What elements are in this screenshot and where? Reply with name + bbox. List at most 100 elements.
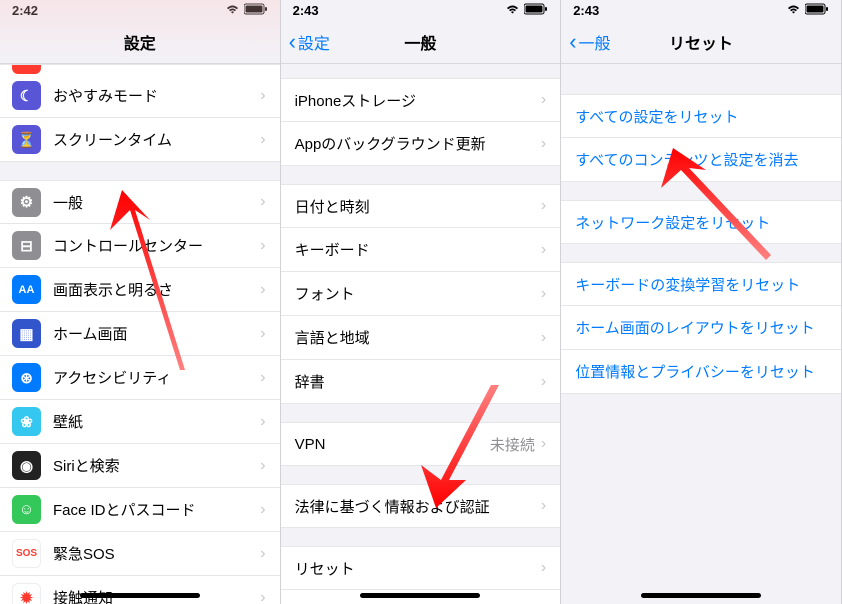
battery-icon	[805, 3, 829, 18]
row-label: すべてのコンテンツと設定を消去	[575, 149, 798, 170]
row-date-time[interactable]: 日付と時刻›	[281, 184, 561, 228]
status-icons	[505, 3, 548, 18]
battery-icon	[244, 3, 268, 18]
row-label: キーボード	[295, 239, 541, 260]
home-indicator[interactable]	[80, 593, 200, 598]
row-reset[interactable]: リセット›	[281, 546, 561, 590]
settings-row-exposure[interactable]: ✹ 接触通知 ›	[0, 576, 280, 604]
chevron-right-icon: ›	[260, 237, 265, 255]
row-vpn[interactable]: VPN 未接続 ›	[281, 422, 561, 466]
chevron-right-icon: ›	[541, 559, 546, 577]
battery-icon	[524, 3, 548, 18]
status-icons	[786, 3, 829, 18]
row-value: 未接続	[490, 434, 535, 455]
chevron-right-icon: ›	[260, 457, 265, 475]
row-label: すべての設定をリセット	[575, 106, 738, 127]
siri-icon: ◉	[12, 451, 41, 480]
row-label: リセット	[295, 558, 541, 579]
chevron-right-icon: ›	[541, 135, 546, 153]
chevron-right-icon: ›	[541, 435, 546, 453]
faceid-icon: ☺	[12, 495, 41, 524]
chevron-right-icon: ›	[541, 373, 546, 391]
settings-row-dnd[interactable]: ☾ おやすみモード ›	[0, 74, 280, 118]
chevron-right-icon: ›	[541, 497, 546, 515]
back-button[interactable]: ‹ 一般	[569, 30, 610, 54]
row-label: スクリーンタイム	[53, 129, 260, 150]
reset-home-layout[interactable]: ホーム画面のレイアウトをリセット	[561, 306, 841, 350]
settings-row-sos[interactable]: SOS 緊急SOS ›	[0, 532, 280, 576]
nav-bar: 設定	[0, 20, 280, 64]
row-label: ネットワーク設定をリセット	[575, 212, 770, 233]
row-label: Face IDとパスコード	[53, 499, 260, 520]
row-legal[interactable]: 法律に基づく情報および認証›	[281, 484, 561, 528]
control-icon: ⊟	[12, 231, 41, 260]
row-label: Appのバックグラウンド更新	[295, 133, 541, 154]
settings-row-accessibility[interactable]: ⊛ アクセシビリティ ›	[0, 356, 280, 400]
chevron-right-icon: ›	[260, 369, 265, 387]
row-label: 壁紙	[53, 411, 260, 432]
row-label: 画面表示と明るさ	[53, 279, 260, 300]
reset-keyboard-dict[interactable]: キーボードの変換学習をリセット	[561, 262, 841, 306]
status-bar: 2:43	[281, 0, 561, 20]
chevron-right-icon: ›	[541, 91, 546, 109]
settings-list[interactable]: ☾ おやすみモード › ⏳ スクリーンタイム › ⚙ 一般 › ⊟ コントロール…	[0, 64, 280, 604]
reset-location-privacy[interactable]: 位置情報とプライバシーをリセット	[561, 350, 841, 394]
row-font[interactable]: フォント›	[281, 272, 561, 316]
status-time: 2:42	[12, 3, 38, 18]
page-title: 一般	[404, 30, 436, 54]
wifi-icon	[505, 3, 520, 18]
status-bar: 2:43	[561, 0, 841, 20]
settings-pane: 2:42 設定 ☾ おやすみモード › ⏳ スクリーンタイム › ⚙	[0, 0, 281, 604]
general-pane: 2:43 ‹ 設定 一般 iPhoneストレージ › Appのバックグラウンド更…	[281, 0, 562, 604]
back-button[interactable]: ‹ 設定	[289, 30, 330, 54]
status-time: 2:43	[573, 3, 599, 18]
row-label: 位置情報とプライバシーをリセット	[575, 361, 815, 382]
row-language-region[interactable]: 言語と地域›	[281, 316, 561, 360]
chevron-right-icon: ›	[541, 241, 546, 259]
settings-row-screentime[interactable]: ⏳ スクリーンタイム ›	[0, 118, 280, 162]
home-indicator[interactable]	[641, 593, 761, 598]
chevron-right-icon: ›	[260, 501, 265, 519]
reset-list[interactable]: すべての設定をリセット すべてのコンテンツと設定を消去 ネットワーク設定をリセッ…	[561, 64, 841, 604]
page-title: 設定	[124, 30, 156, 54]
settings-row-faceid[interactable]: ☺ Face IDとパスコード ›	[0, 488, 280, 532]
wifi-icon	[786, 3, 801, 18]
erase-all-content[interactable]: すべてのコンテンツと設定を消去	[561, 138, 841, 182]
home-indicator[interactable]	[360, 593, 480, 598]
chevron-right-icon: ›	[260, 281, 265, 299]
general-list[interactable]: iPhoneストレージ › Appのバックグラウンド更新 › 日付と時刻› キー…	[281, 64, 561, 604]
row-label: 法律に基づく情報および認証	[295, 496, 541, 517]
back-label: 一般	[579, 30, 611, 54]
icon-truncated	[12, 64, 41, 74]
settings-row-wallpaper[interactable]: ❀ 壁紙 ›	[0, 400, 280, 444]
chevron-right-icon: ›	[260, 589, 265, 604]
row-label: VPN	[295, 436, 490, 453]
row-iphone-storage[interactable]: iPhoneストレージ ›	[281, 78, 561, 122]
hourglass-icon: ⏳	[12, 125, 41, 154]
row-label: コントロールセンター	[53, 235, 260, 256]
chevron-right-icon: ›	[260, 131, 265, 149]
settings-row-general[interactable]: ⚙ 一般 ›	[0, 180, 280, 224]
chevron-right-icon: ›	[260, 87, 265, 105]
row-label: ホーム画面	[53, 323, 260, 344]
chevron-right-icon: ›	[541, 329, 546, 347]
wallpaper-icon: ❀	[12, 407, 41, 436]
exposure-icon: ✹	[12, 583, 41, 604]
row-keyboard[interactable]: キーボード›	[281, 228, 561, 272]
display-icon: AA	[12, 275, 41, 304]
settings-row-home[interactable]: ▦ ホーム画面 ›	[0, 312, 280, 356]
chevron-right-icon: ›	[541, 285, 546, 303]
settings-row-siri[interactable]: ◉ Siriと検索 ›	[0, 444, 280, 488]
row-label: フォント	[295, 283, 541, 304]
row-label: 辞書	[295, 371, 541, 392]
settings-row-display[interactable]: AA 画面表示と明るさ ›	[0, 268, 280, 312]
row-dictionary[interactable]: 辞書›	[281, 360, 561, 404]
chevron-right-icon: ›	[260, 325, 265, 343]
reset-all-settings[interactable]: すべての設定をリセット	[561, 94, 841, 138]
settings-row-control-center[interactable]: ⊟ コントロールセンター ›	[0, 224, 280, 268]
row-background-refresh[interactable]: Appのバックグラウンド更新 ›	[281, 122, 561, 166]
gear-icon: ⚙	[12, 188, 41, 217]
back-label: 設定	[298, 30, 330, 54]
reset-network[interactable]: ネットワーク設定をリセット	[561, 200, 841, 244]
settings-row-truncated[interactable]	[0, 64, 280, 74]
